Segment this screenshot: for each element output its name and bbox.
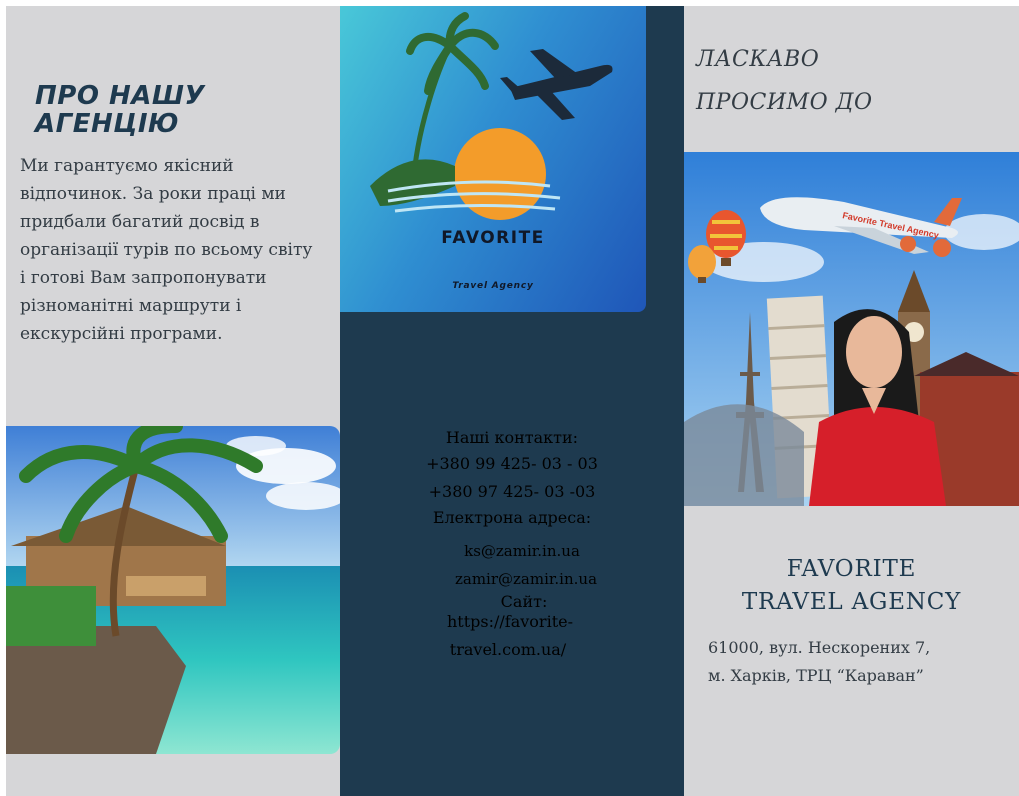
logo-card: FAVORITE Travel Agency — [340, 6, 646, 312]
welcome-panel: ЛАСКАВО ПРОСИМО ДО Favorite Travel Agenc… — [684, 6, 1019, 796]
beach-photo — [6, 426, 340, 754]
airplane-icon — [500, 49, 613, 120]
email-2[interactable]: zamir@zamir.in.ua — [354, 570, 698, 588]
welcome-line-2: ПРОСИМО ДО — [696, 90, 873, 115]
about-title: ПРО НАШУ АГЕНЦІЮ — [35, 81, 206, 139]
travel-illustration: Favorite Travel Agency — [684, 152, 1019, 506]
logo-illustration — [370, 12, 613, 220]
beach-illustration — [6, 426, 340, 754]
logo-name: FAVORITE — [441, 228, 545, 248]
email-1[interactable]: ks@zamir.in.ua — [350, 542, 694, 560]
travel-collage-photo: Favorite Travel Agency — [684, 152, 1019, 506]
logo-subtitle: Travel Agency — [452, 281, 534, 291]
site-label: Сайт: — [500, 592, 548, 611]
welcome-title: ЛАСКАВО ПРОСИМО ДО — [696, 38, 873, 124]
welcome-line-1: ЛАСКАВО — [696, 47, 820, 72]
contacts-heading: Наші контакти: — [445, 428, 579, 447]
email-label: Електрона адреса: — [432, 508, 592, 527]
site-line-2[interactable]: travel.com.ua/ — [336, 640, 680, 659]
site-line-1[interactable]: https://favorite- — [338, 612, 682, 631]
about-panel: ПРО НАШУ АГЕНЦІЮ Ми гарантуємо якісний в… — [6, 6, 340, 796]
brand-line-1: FAVORITE — [786, 556, 917, 582]
address-line-2: м. Харків, ТРЦ “Караван” — [708, 666, 924, 685]
palm-icon — [406, 12, 499, 95]
about-text: Ми гарантуємо якісний відпочинок. За рок… — [20, 156, 313, 344]
brand-line-2: TRAVEL AGENCY — [741, 589, 962, 615]
address-line-1: 61000, вул. Нескорених 7, — [708, 638, 931, 657]
phone-1[interactable]: +380 99 425- 03 - 03 — [340, 454, 684, 473]
phone-2[interactable]: +380 97 425- 03 -03 — [340, 482, 684, 501]
contacts-panel: FAVORITE Travel Agency Наші контакти: +3… — [340, 6, 684, 796]
